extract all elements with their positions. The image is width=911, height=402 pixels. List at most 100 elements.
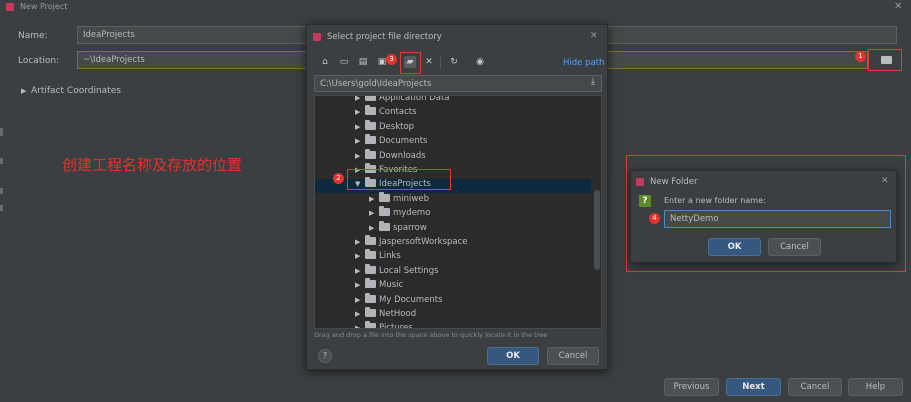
- expand-arrow-icon[interactable]: ▶: [355, 296, 365, 304]
- folder-icon: [365, 321, 376, 328]
- delete-icon[interactable]: ✕: [423, 56, 435, 68]
- download-icon[interactable]: ⤓: [591, 77, 595, 87]
- folder-icon: [365, 96, 376, 101]
- dialog-close-icon[interactable]: ✕: [590, 31, 598, 41]
- artifact-coordinates-label[interactable]: Artifact Coordinates: [31, 86, 121, 96]
- project-folder-icon[interactable]: ▤: [357, 56, 369, 68]
- desktop-icon[interactable]: ▭: [338, 56, 350, 68]
- window-close-icon[interactable]: ✕: [894, 1, 902, 12]
- window-title: New Project: [20, 2, 68, 11]
- tree-row-label: My Documents: [379, 294, 443, 305]
- tree-row[interactable]: ▶ sparrow: [315, 220, 591, 237]
- tree-row-label: Application Data: [379, 95, 450, 103]
- folder-icon: [365, 278, 376, 289]
- folder-icon: [365, 263, 376, 274]
- expand-arrow-icon[interactable]: ▶: [355, 137, 365, 145]
- left-edge-mark: [0, 158, 3, 164]
- new-folder-cancel-button[interactable]: Cancel: [768, 238, 821, 256]
- show-hidden-icon[interactable]: ◉: [474, 56, 486, 68]
- hide-path-link[interactable]: Hide path: [563, 58, 604, 68]
- tree-row-label: sparrow: [393, 222, 427, 233]
- left-edge-mark: [0, 188, 3, 194]
- tree-scrollbar[interactable]: [594, 190, 600, 270]
- question-icon: ?: [639, 195, 651, 207]
- tree-row-label: NetHood: [379, 309, 417, 319]
- badge-3: 3: [386, 54, 397, 65]
- tree-row[interactable]: ▶ Documents: [315, 134, 591, 150]
- badge-1: 1: [855, 51, 866, 62]
- tree-row-label: JaspersoftWorkspace: [379, 237, 468, 247]
- expand-arrow-icon[interactable]: ▶: [355, 123, 365, 131]
- tree-row-label: miniweb: [393, 193, 429, 204]
- new-folder-highlight: [400, 52, 421, 74]
- cancel-button[interactable]: Cancel: [788, 378, 842, 396]
- directory-tree[interactable]: ▶ Application Data ▶ Contacts ▶ Desktop ▶ Docum…: [314, 95, 602, 329]
- name-label: Name:: [18, 31, 48, 41]
- tree-row[interactable]: ▶ miniweb: [315, 191, 591, 208]
- browse-folder-button[interactable]: [876, 53, 896, 67]
- annotation-text: 创建工程名称及存放的位置: [62, 156, 243, 174]
- tree-row[interactable]: ▶ Links: [315, 249, 591, 265]
- expand-arrow-icon[interactable]: ▶: [355, 152, 365, 160]
- home-icon[interactable]: ⌂: [319, 56, 331, 68]
- intellij-logo-icon: [6, 3, 14, 11]
- tree-row-label: Music: [379, 280, 404, 291]
- help-button[interactable]: Help: [848, 378, 903, 396]
- artifact-expand-icon[interactable]: ▶: [21, 87, 26, 95]
- expand-arrow-icon[interactable]: ▶: [355, 267, 365, 275]
- expand-arrow-icon[interactable]: ▶: [369, 224, 379, 232]
- tree-row-label: Documents: [379, 136, 428, 147]
- badge-2: 2: [333, 173, 344, 184]
- path-field[interactable]: C:\Users\gold\IdeaProjects: [314, 75, 602, 92]
- new-folder-ok-button[interactable]: OK: [708, 238, 761, 256]
- tree-row[interactable]: ▶ JaspersoftWorkspace: [315, 235, 591, 251]
- tree-row-label: mydemo: [393, 208, 431, 219]
- tree-row[interactable]: ▶ mydemo: [315, 206, 591, 222]
- folder-icon: [880, 56, 892, 64]
- tree-row[interactable]: ▶ Contacts: [315, 105, 591, 121]
- tree-row-label: Pictures: [379, 323, 413, 329]
- toolbar-divider: [440, 55, 441, 69]
- tree-row[interactable]: ▶ Local Settings: [315, 263, 591, 280]
- folder-icon: [379, 220, 390, 231]
- help-icon[interactable]: ?: [318, 349, 332, 363]
- expand-arrow-icon[interactable]: ▶: [355, 238, 365, 246]
- expand-arrow-icon[interactable]: ▶: [355, 252, 365, 260]
- tree-row-label: Desktop: [379, 121, 415, 132]
- next-button[interactable]: Next: [726, 378, 781, 396]
- folder-name-prompt: Enter a new folder name:: [664, 196, 766, 205]
- expand-arrow-icon[interactable]: ▶: [355, 96, 365, 102]
- left-edge-mark: [0, 205, 3, 211]
- new-folder-dialog: New Folder ✕ ? Enter a new folder name: …: [630, 170, 897, 263]
- expand-arrow-icon[interactable]: ▶: [355, 324, 365, 328]
- expand-arrow-icon[interactable]: ▶: [355, 310, 365, 318]
- new-folder-close-icon[interactable]: ✕: [881, 176, 889, 186]
- folder-icon: [379, 191, 390, 202]
- tree-row[interactable]: ▶ Downloads: [315, 148, 591, 165]
- tree-row-label: Downloads: [379, 150, 426, 161]
- dialog-cancel-button[interactable]: Cancel: [547, 347, 599, 365]
- folder-icon: [365, 148, 376, 159]
- folder-icon: [365, 119, 376, 130]
- new-folder-title: New Folder: [650, 177, 698, 187]
- dialog-ok-button[interactable]: OK: [487, 347, 539, 365]
- folder-icon: [365, 307, 376, 317]
- expand-arrow-icon[interactable]: ▶: [369, 209, 379, 217]
- tree-row[interactable]: ▶ Music: [315, 278, 591, 294]
- tree-row-label: Links: [379, 251, 401, 262]
- previous-button[interactable]: Previous: [664, 378, 719, 396]
- refresh-icon[interactable]: ↻: [448, 56, 460, 68]
- intellij-logo-icon: [313, 33, 321, 41]
- folder-icon: [379, 206, 390, 217]
- expand-arrow-icon[interactable]: ▶: [355, 108, 365, 116]
- tree-row[interactable]: ▶ Application Data: [315, 95, 591, 107]
- select-directory-dialog: Select project file directory ✕ ⌂ ▭ ▤ ▣ …: [306, 24, 608, 370]
- tree-row[interactable]: ▶ Pictures: [315, 321, 591, 329]
- expand-arrow-icon[interactable]: ▶: [355, 281, 365, 289]
- tree-row-label: Local Settings: [379, 265, 439, 276]
- folder-name-input[interactable]: NettyDemo: [664, 210, 891, 228]
- tree-row[interactable]: ▶ Desktop: [315, 119, 591, 136]
- tree-row[interactable]: ▶ My Documents: [315, 292, 591, 309]
- expand-arrow-icon[interactable]: ▶: [369, 195, 379, 203]
- tree-row[interactable]: ▶ NetHood: [315, 307, 591, 323]
